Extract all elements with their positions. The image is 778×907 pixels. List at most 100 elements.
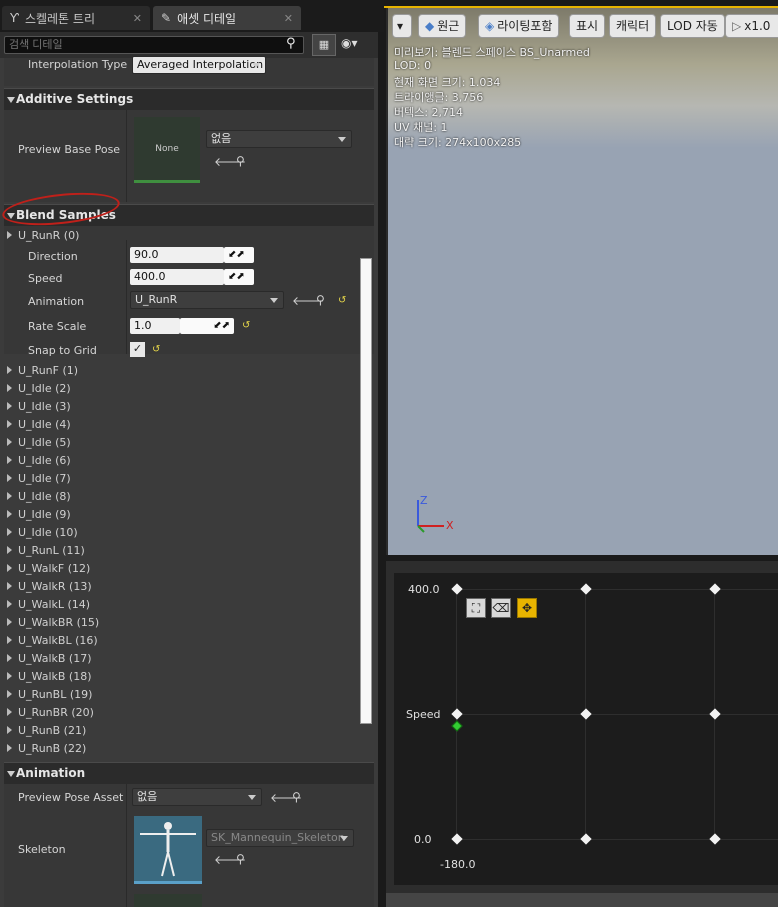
- rate-scale-label: Rate Scale: [28, 320, 87, 333]
- grid-view-icon[interactable]: ▦: [312, 34, 336, 56]
- rate-scale-field[interactable]: 1.0: [130, 318, 180, 334]
- y-axis-label: Speed: [406, 708, 441, 721]
- sample-point[interactable]: [580, 833, 592, 845]
- stat-vertices: 버텍스: 2,714: [394, 106, 464, 119]
- direction-field[interactable]: 90.0: [130, 247, 224, 263]
- blend-sample-item[interactable]: U_Idle (5): [6, 434, 71, 451]
- blend-sample-item[interactable]: U_RunL (11): [6, 542, 85, 559]
- resize-icon[interactable]: ⬋⬈: [224, 269, 254, 285]
- grid-line: [456, 839, 778, 840]
- search-icon[interactable]: ⚲: [292, 790, 301, 804]
- preview-point[interactable]: [451, 720, 463, 732]
- search-icon[interactable]: ⚲: [286, 36, 296, 51]
- viewport[interactable]: ▾ ◆ 원근 ◈ 라이팅포함 표시 캐릭터 LOD 자동 ▷ x1.0 미리보기: 블…: [386, 8, 778, 555]
- eye-icon[interactable]: ◉▾: [341, 36, 358, 50]
- preview-base-pose-label: Preview Base Pose: [18, 143, 121, 156]
- mannequin-icon: [140, 822, 196, 877]
- tab-skeleton-tree[interactable]: Ƴ 스켈레톤 트리 ✕: [2, 6, 150, 30]
- speed-label: Speed: [28, 272, 63, 285]
- preview-pose-asset-label: Preview Pose Asset: [18, 791, 124, 804]
- show-button[interactable]: 표시: [569, 14, 606, 38]
- base-pose-thumbnail[interactable]: None: [134, 117, 200, 183]
- resize-icon[interactable]: ⬋⬈: [224, 247, 254, 263]
- reset-icon[interactable]: ↺: [152, 344, 160, 355]
- blend-sample-item[interactable]: U_Idle (4): [6, 416, 71, 433]
- x-min-label: -180.0: [440, 858, 476, 871]
- label-icon[interactable]: ⌫: [491, 598, 511, 618]
- stat-screen-size: 현재 화면 크기: 1.034: [394, 76, 501, 89]
- y-min-label: 0.0: [414, 833, 432, 846]
- blend-sample-item[interactable]: U_Idle (6): [6, 452, 71, 469]
- blend-sample-item[interactable]: U_WalkF (12): [6, 560, 90, 577]
- lit-button[interactable]: ◈ 라이팅포함: [478, 14, 560, 38]
- speed-label: x1.0: [744, 19, 771, 33]
- sample-point[interactable]: [709, 583, 721, 595]
- sample-point[interactable]: [451, 583, 463, 595]
- sample-point[interactable]: [580, 708, 592, 720]
- search-icon[interactable]: ⚲: [316, 293, 325, 307]
- playback-speed-button[interactable]: ▷ x1.0: [725, 14, 778, 38]
- lod-button[interactable]: LOD 자동: [660, 14, 725, 38]
- snap-to-grid-checkbox[interactable]: ✓: [130, 342, 145, 357]
- triangulation-icon[interactable]: ⛶: [466, 598, 486, 618]
- preview-pose-combo[interactable]: 없음: [132, 788, 262, 806]
- blend-sample-item[interactable]: U_Idle (7): [6, 470, 71, 487]
- details-panel: ⚲ ▦ ◉▾ Interpolation Type Averaged Inter…: [0, 32, 378, 907]
- blend-sample-item[interactable]: U_RunB (21): [6, 722, 86, 739]
- left-tab-bar: Ƴ 스켈레톤 트리 ✕ ✎ 애셋 디테일 ✕: [0, 0, 384, 32]
- sample-point[interactable]: [451, 833, 463, 845]
- fit-view-icon[interactable]: ✥: [517, 598, 537, 618]
- sample-point[interactable]: [709, 708, 721, 720]
- search-input[interactable]: [4, 36, 304, 54]
- scrollbar-thumb[interactable]: [360, 258, 372, 724]
- base-pose-combo[interactable]: 없음: [206, 130, 352, 148]
- blend-sample-item[interactable]: U_RunF (1): [6, 362, 78, 379]
- stat-approx-size: 대략 크기: 274x100x285: [394, 136, 522, 149]
- search-icon[interactable]: ⚲: [236, 852, 245, 866]
- resize-icon[interactable]: ⬋⬈: [180, 318, 234, 334]
- animation-combo[interactable]: U_RunR: [130, 291, 284, 309]
- animation-header[interactable]: Animation: [4, 762, 374, 784]
- blend-sample-item[interactable]: U_WalkBL (16): [6, 632, 98, 649]
- direction-label: Direction: [28, 250, 78, 263]
- blend-sample-item[interactable]: U_Idle (2): [6, 380, 71, 397]
- additive-settings-header[interactable]: Additive Settings: [4, 88, 374, 110]
- close-icon[interactable]: ✕: [133, 12, 142, 25]
- lod-label: LOD 자동: [667, 19, 718, 33]
- character-button[interactable]: 캐릭터: [609, 14, 657, 38]
- blend-sample-item[interactable]: U_Idle (8): [6, 488, 71, 505]
- grid-line: [456, 714, 778, 715]
- sample-point[interactable]: [451, 708, 463, 720]
- reset-icon[interactable]: ↺: [338, 295, 346, 306]
- blend-sample-item[interactable]: U_RunB (22): [6, 740, 86, 757]
- blend-sample-item[interactable]: U_Idle (10): [6, 524, 78, 541]
- blend-space-graph[interactable]: 400.0 Speed 0.0 -180.0 ⛶ ⌫ ✥: [394, 573, 778, 885]
- perspective-button[interactable]: ◆ 원근: [418, 14, 467, 38]
- skeleton-combo[interactable]: SK_Mannequin_Skeleton: [206, 829, 354, 847]
- interpolation-combo[interactable]: Averaged Interpolation: [132, 56, 266, 74]
- blend-sample-item[interactable]: U_WalkB (18): [6, 668, 92, 685]
- blend-sample-item[interactable]: U_WalkBR (15): [6, 614, 99, 631]
- chevron-down-icon: ▾: [397, 19, 404, 33]
- blend-sample-expanded[interactable]: U_RunR (0): [6, 227, 79, 244]
- sample-point[interactable]: [709, 833, 721, 845]
- cube-icon: ◆: [425, 19, 435, 33]
- axis-x-label: X: [446, 519, 454, 532]
- skeleton-thumbnail[interactable]: [134, 816, 202, 884]
- viewport-options-button[interactable]: ▾: [392, 14, 412, 38]
- close-icon[interactable]: ✕: [284, 12, 293, 25]
- blend-sample-item[interactable]: U_WalkB (17): [6, 650, 92, 667]
- sample-point[interactable]: [580, 583, 592, 595]
- blend-sample-item[interactable]: U_RunBR (20): [6, 704, 94, 721]
- blend-sample-item[interactable]: U_Idle (3): [6, 398, 71, 415]
- skeleton-icon: Ƴ: [10, 11, 19, 25]
- tab-asset-details[interactable]: ✎ 애셋 디테일 ✕: [153, 6, 301, 30]
- blend-sample-item[interactable]: U_Idle (9): [6, 506, 71, 523]
- blend-sample-item[interactable]: U_WalkR (13): [6, 578, 92, 595]
- reset-icon[interactable]: ↺: [242, 320, 250, 331]
- tab-skeleton-tree-label: 스켈레톤 트리: [24, 11, 95, 26]
- blend-sample-item[interactable]: U_RunBL (19): [6, 686, 92, 703]
- speed-field[interactable]: 400.0: [130, 269, 224, 285]
- blend-sample-item[interactable]: U_WalkL (14): [6, 596, 90, 613]
- search-icon[interactable]: ⚲: [236, 154, 245, 168]
